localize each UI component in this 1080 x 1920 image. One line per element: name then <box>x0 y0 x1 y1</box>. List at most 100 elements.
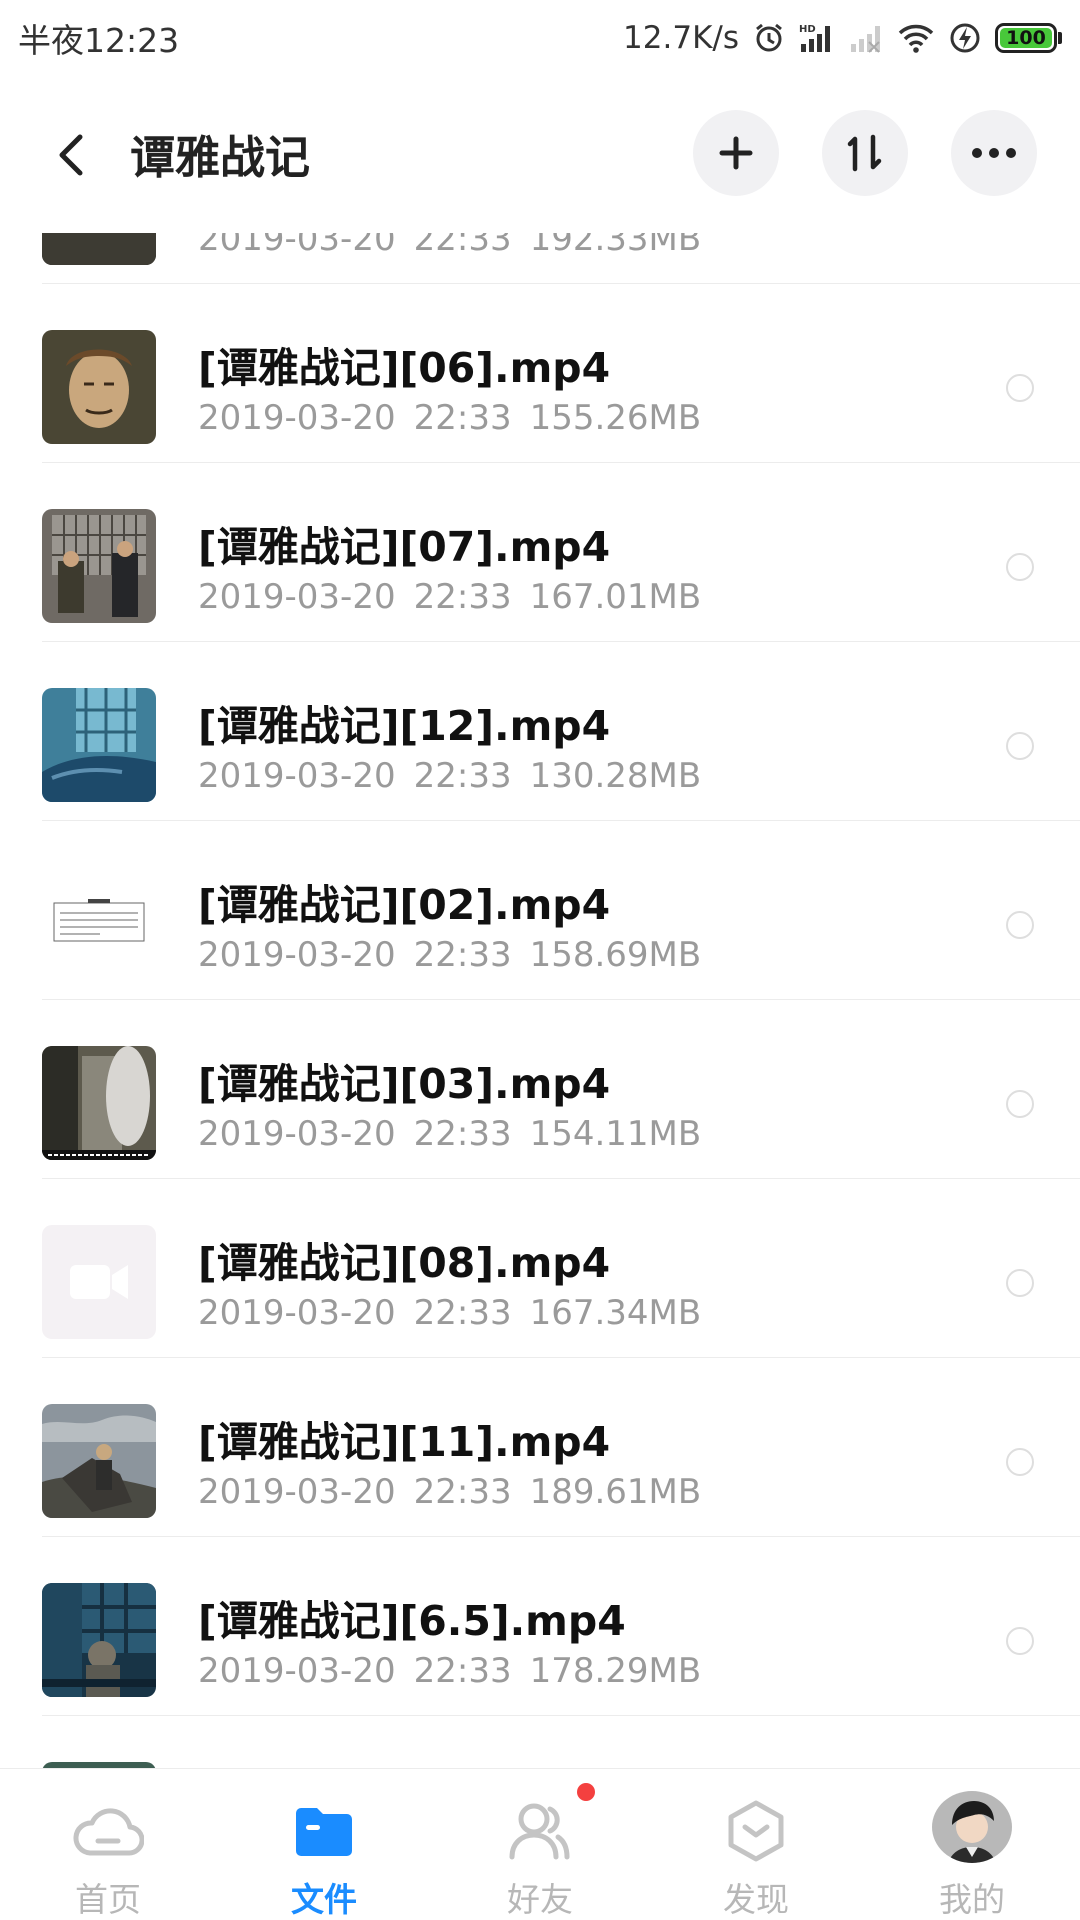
battery-level: 100 <box>1000 27 1052 49</box>
file-size: 192.33MB <box>529 233 702 259</box>
header: 谭雅战记 <box>0 75 1080 233</box>
file-time: 22:33 <box>413 935 512 975</box>
back-icon <box>59 134 83 176</box>
sort-icon <box>847 134 882 172</box>
nav-item-home[interactable]: 首页 <box>0 1769 216 1920</box>
file-name: [谭雅战记][03].mp4 <box>198 1060 611 1108</box>
file-date: 2019-03-20 <box>198 756 396 796</box>
file-size: 130.28MB <box>529 756 702 796</box>
alarm-icon <box>753 22 785 54</box>
file-row[interactable]: [谭雅战记][6.5].mp4 2019-03-20 22:33 178.29MB <box>0 1537 1080 1716</box>
file-time: 22:33 <box>413 1114 512 1154</box>
file-meta: 2019-03-20 22:33 167.01MB <box>198 577 701 617</box>
file-meta: 2019-03-20 22:33 155.26MB <box>198 398 701 438</box>
nav-label-friends: 好友 <box>507 1880 573 1919</box>
file-size: 154.11MB <box>529 1114 702 1154</box>
file-date: 2019-03-20 <box>198 935 396 975</box>
file-name: [谭雅战记][02].mp4 <box>198 881 611 929</box>
video-thumbnail <box>42 688 156 802</box>
status-time: 半夜12:23 <box>18 20 180 60</box>
file-time: 22:33 <box>413 233 512 259</box>
file-name: [谭雅战记][6.5].mp4 <box>198 1597 626 1645</box>
discover-icon <box>718 1799 794 1863</box>
select-checkbox[interactable] <box>1006 1448 1034 1476</box>
battery-icon: 100 <box>995 22 1062 53</box>
nav-item-discover[interactable]: 发现 <box>648 1769 864 1920</box>
sort-button[interactable] <box>822 110 908 196</box>
file-meta: 2019-03-20 22:33 192.33MB <box>198 233 701 259</box>
more-button[interactable] <box>951 110 1037 196</box>
file-date: 2019-03-20 <box>198 1293 396 1333</box>
page-title: 谭雅战记 <box>130 131 311 184</box>
file-time: 22:33 <box>413 398 512 438</box>
file-list[interactable]: [谭雅战记][05].mp42019-03-2022:33192.33MB[谭雅… <box>0 233 1080 1768</box>
cloud-icon <box>70 1799 146 1863</box>
nav-item-me[interactable]: 我的 <box>864 1769 1080 1920</box>
nav-label-files: 文件 <box>291 1880 357 1919</box>
nav-label-discover: 发现 <box>723 1880 789 1919</box>
file-meta: 2019-03-20 22:33 178.29MB <box>198 1651 701 1691</box>
friends-icon <box>502 1799 578 1863</box>
video-thumbnail <box>42 1046 156 1160</box>
plus-icon <box>719 136 753 170</box>
avatar <box>932 1791 1012 1863</box>
file-meta: 2019-03-20 22:33 158.69MB <box>198 935 701 975</box>
file-size: 167.01MB <box>529 577 702 617</box>
select-checkbox[interactable] <box>1006 911 1034 939</box>
video-thumbnail <box>42 1404 156 1518</box>
file-size: 189.61MB <box>529 1472 702 1512</box>
file-date: 2019-03-20 <box>198 577 396 617</box>
select-checkbox[interactable] <box>1006 1627 1034 1655</box>
nav-item-files[interactable]: 文件 <box>216 1769 432 1920</box>
folder-icon <box>286 1799 362 1863</box>
file-size: 158.69MB <box>529 935 702 975</box>
file-row[interactable]: [谭雅战记][09].mp42019-03-2022:33 <box>0 1716 1080 1768</box>
file-row[interactable]: [谭雅战记][06].mp4 2019-03-20 22:33 155.26MB <box>0 284 1080 463</box>
file-date: 2019-03-20 <box>198 1472 396 1512</box>
file-row[interactable]: [谭雅战记][08].mp4 2019-03-20 22:33 167.34MB <box>0 1179 1080 1358</box>
video-thumbnail <box>42 1225 156 1339</box>
select-checkbox[interactable] <box>1006 1269 1034 1297</box>
video-thumbnail <box>42 330 156 444</box>
file-name: [谭雅战记][06].mp4 <box>198 344 611 392</box>
file-row[interactable]: [谭雅战记][05].mp42019-03-2022:33192.33MB <box>0 233 1080 284</box>
add-button[interactable] <box>693 110 779 196</box>
wifi-icon <box>897 22 935 54</box>
back-button[interactable] <box>40 125 100 185</box>
file-size: 167.34MB <box>529 1293 702 1333</box>
file-name: [谭雅战记][08].mp4 <box>198 1239 611 1287</box>
file-row[interactable]: [谭雅战记][07].mp4 2019-03-20 22:33 167.01MB <box>0 463 1080 642</box>
file-meta: 2019-03-20 22:33 189.61MB <box>198 1472 701 1512</box>
status-icons: 12.7K/s HD 100 <box>623 20 1062 56</box>
select-checkbox[interactable] <box>1006 1090 1034 1118</box>
video-thumbnail <box>42 233 156 265</box>
file-name: [谭雅战记][07].mp4 <box>198 523 611 571</box>
video-thumbnail <box>42 867 156 981</box>
net-speed: 12.7K/s <box>623 19 739 56</box>
file-row[interactable]: [谭雅战记][02].mp4 2019-03-20 22:33 158.69MB <box>0 821 1080 1000</box>
select-checkbox[interactable] <box>1006 732 1034 760</box>
nav-label-me: 我的 <box>939 1880 1005 1919</box>
file-size: 155.26MB <box>529 398 702 438</box>
file-row[interactable]: [谭雅战记][12].mp4 2019-03-20 22:33 130.28MB <box>0 642 1080 821</box>
file-time: 22:33 <box>413 1293 512 1333</box>
charging-icon <box>949 22 981 54</box>
file-row[interactable]: [谭雅战记][03].mp4 2019-03-20 22:33 154.11MB <box>0 1000 1080 1179</box>
file-time: 22:33 <box>413 1472 512 1512</box>
status-bar: 半夜12:23 12.7K/s HD 100 <box>0 0 1080 75</box>
nav-item-friends[interactable]: 好友 <box>432 1769 648 1920</box>
file-date: 2019-03-20 <box>198 233 396 259</box>
file-row[interactable]: [谭雅战记][11].mp4 2019-03-20 22:33 189.61MB <box>0 1358 1080 1537</box>
video-thumbnail <box>42 1583 156 1697</box>
select-checkbox[interactable] <box>1006 374 1034 402</box>
select-checkbox[interactable] <box>1006 553 1034 581</box>
file-name: [谭雅战记][11].mp4 <box>198 1418 611 1466</box>
signal-empty-icon <box>849 22 883 54</box>
video-thumbnail <box>42 509 156 623</box>
more-icon <box>972 148 1016 158</box>
bottom-nav: 首页 文件 好友 发现 我的 <box>0 1768 1080 1920</box>
friends-badge <box>577 1783 595 1801</box>
file-meta: 2019-03-20 22:33 154.11MB <box>198 1114 701 1154</box>
file-date: 2019-03-20 <box>198 1114 396 1154</box>
file-meta: 2019-03-20 22:33 167.34MB <box>198 1293 701 1333</box>
